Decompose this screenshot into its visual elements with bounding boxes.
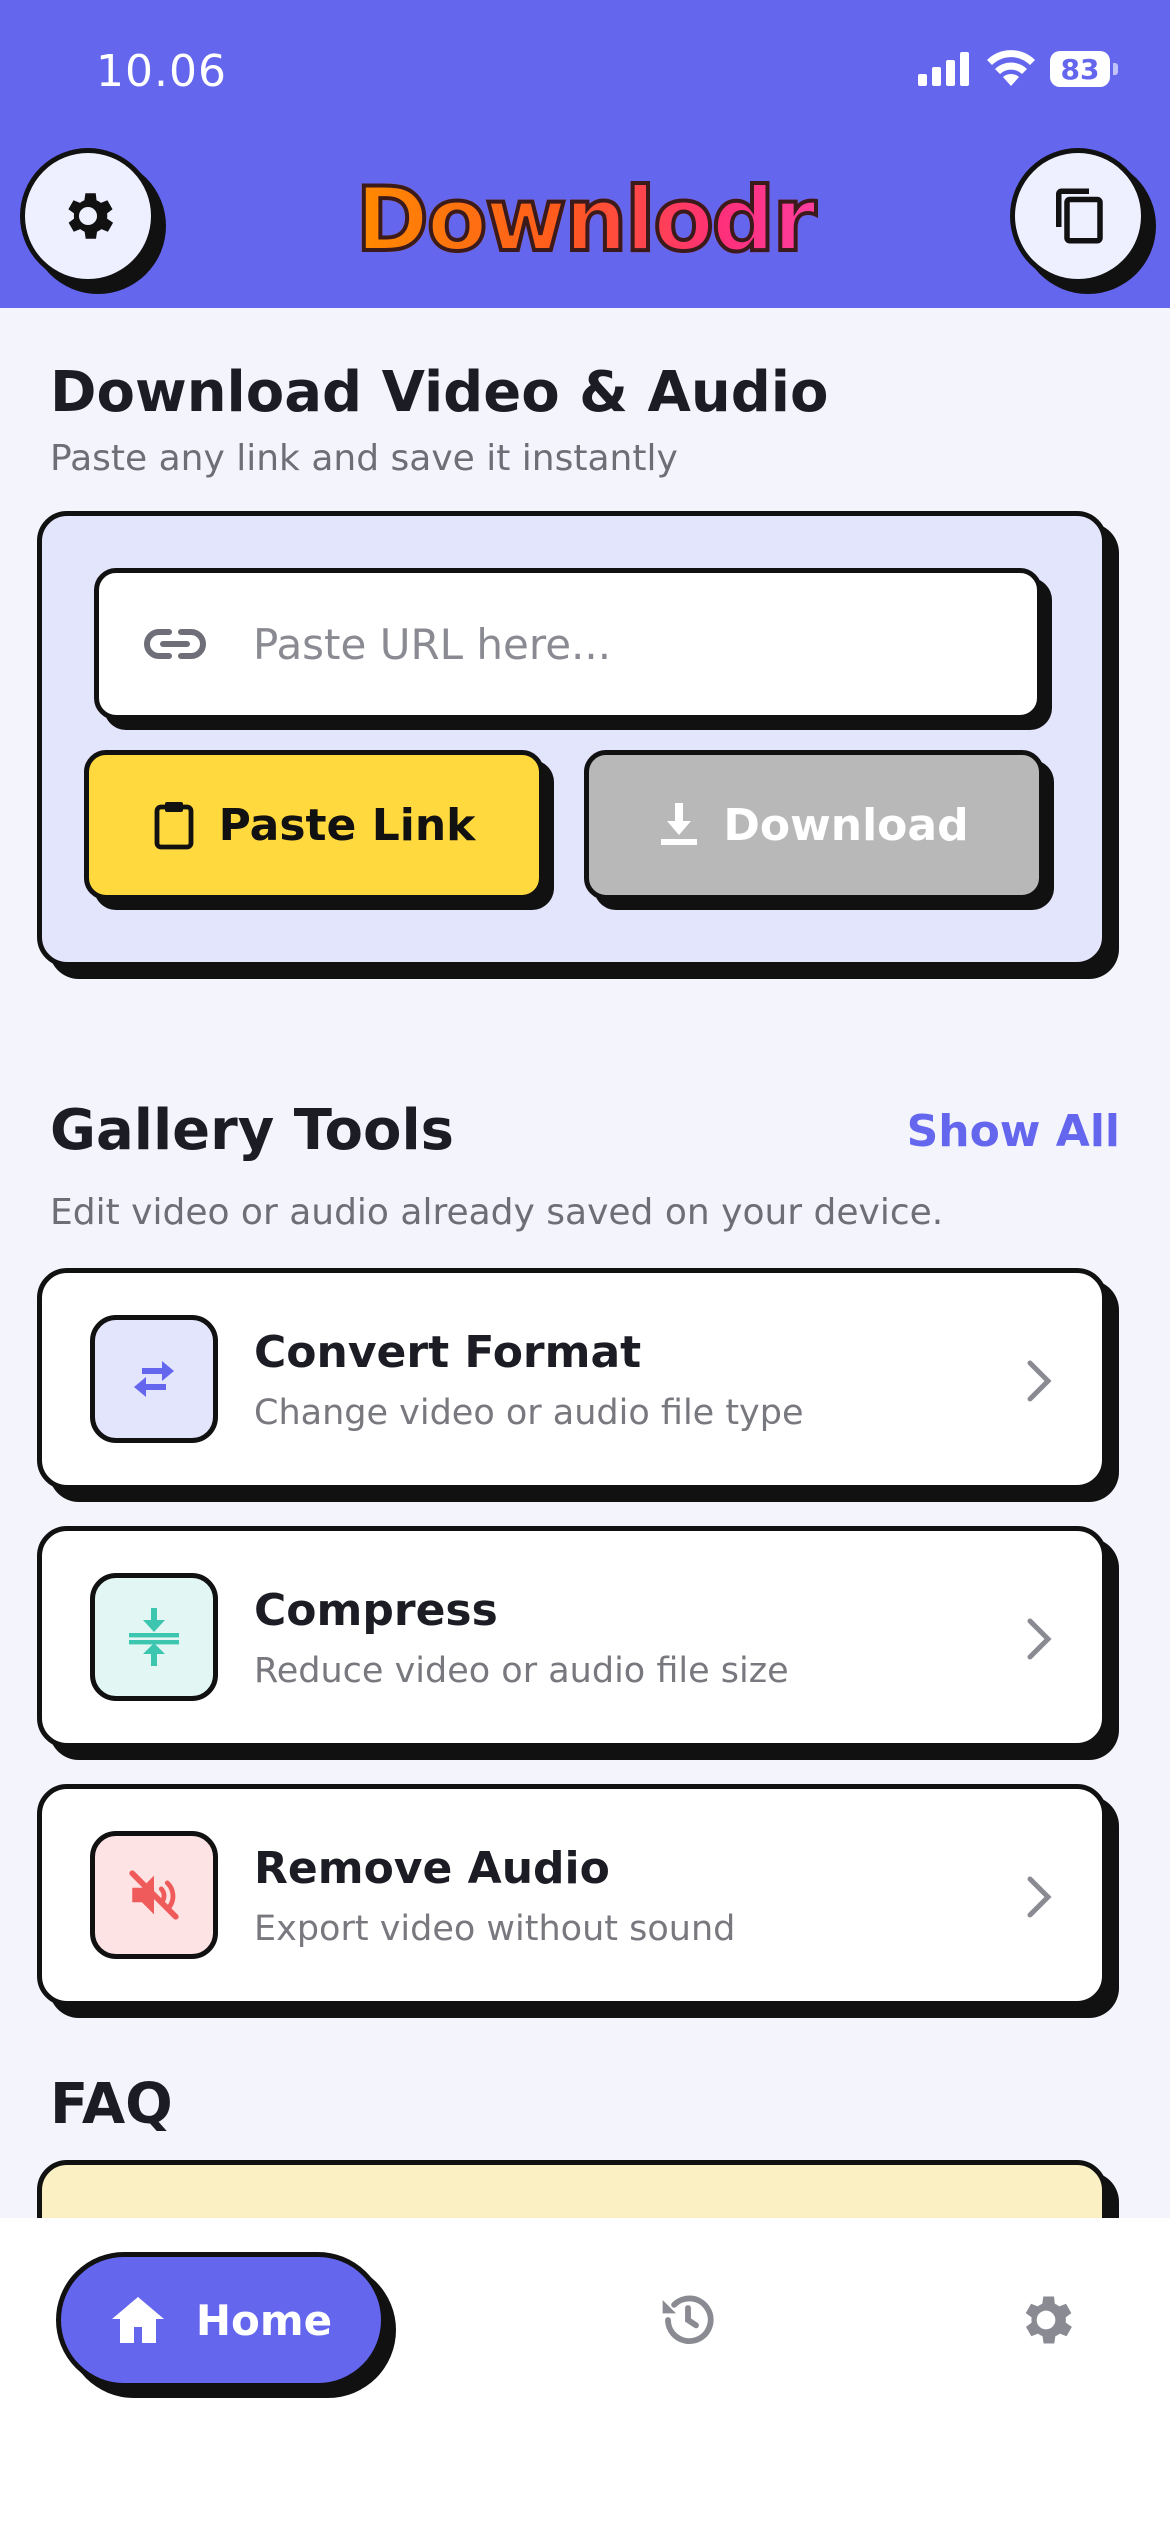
paste-link-label: Paste Link [218, 799, 476, 851]
download-button[interactable]: Download [584, 750, 1044, 900]
compress-card[interactable]: Compress Reduce video or audio file size [37, 1526, 1107, 1748]
gallery-subtitle: Edit video or audio already saved on you… [50, 1192, 944, 1233]
copy-button[interactable] [1010, 148, 1146, 284]
download-label: Download [723, 799, 969, 851]
history-icon [662, 2295, 714, 2345]
app-logo: Downlodr [354, 166, 818, 273]
copy-icon [1056, 188, 1103, 244]
download-icon [661, 803, 698, 845]
tool-title: Convert Format [254, 1327, 642, 1378]
battery-indicator: 83 [1050, 51, 1118, 87]
clipboard-icon [154, 802, 193, 850]
url-input[interactable]: Paste URL here... [94, 568, 1042, 720]
chevron-right-icon [1027, 1876, 1052, 1918]
wifi-icon [987, 50, 1035, 86]
nav-history-tab[interactable] [656, 2288, 720, 2356]
gear-icon [1025, 2296, 1072, 2344]
url-placeholder: Paste URL here... [253, 619, 612, 669]
app-header: 10.06 83 Downlodr [0, 0, 1170, 308]
download-subtitle: Paste any link and save it instantly [50, 438, 678, 479]
convert-format-card[interactable]: Convert Format Change video or audio fil… [37, 1268, 1107, 1490]
gallery-tools-title: Gallery Tools [50, 1098, 454, 1163]
tool-description: Change video or audio file type [254, 1393, 804, 1433]
status-time: 10.06 [96, 46, 227, 97]
remove-audio-icon-box [90, 1831, 218, 1959]
show-all-link[interactable]: Show All [907, 1106, 1120, 1157]
signal-icon [918, 52, 969, 86]
download-title: Download Video & Audio [50, 360, 829, 425]
nav-home-label: Home [195, 2295, 333, 2345]
tool-description: Export video without sound [254, 1909, 736, 1949]
download-card: Paste URL here... Paste Link Download [37, 511, 1107, 967]
mute-icon [129, 1870, 179, 1920]
chevron-right-icon [1027, 1618, 1052, 1660]
compress-icon [129, 1608, 179, 1666]
bottom-nav: Home [0, 2218, 1170, 2532]
convert-icon-box [90, 1315, 218, 1443]
nav-settings-tab[interactable] [1014, 2288, 1078, 2356]
faq-title: FAQ [50, 2072, 173, 2137]
compress-icon-box [90, 1573, 218, 1701]
link-icon [144, 629, 206, 659]
tool-description: Reduce video or audio file size [254, 1651, 789, 1691]
remove-audio-card[interactable]: Remove Audio Export video without sound [37, 1784, 1107, 2006]
tool-title: Remove Audio [254, 1843, 610, 1894]
status-icons: 83 [918, 50, 1118, 88]
chevron-right-icon [1027, 1360, 1052, 1402]
swap-arrows-icon [134, 1361, 174, 1397]
tool-title: Compress [254, 1585, 498, 1636]
home-icon [111, 2297, 164, 2343]
nav-home-tab[interactable]: Home [56, 2252, 386, 2388]
paste-link-button[interactable]: Paste Link [84, 750, 544, 900]
